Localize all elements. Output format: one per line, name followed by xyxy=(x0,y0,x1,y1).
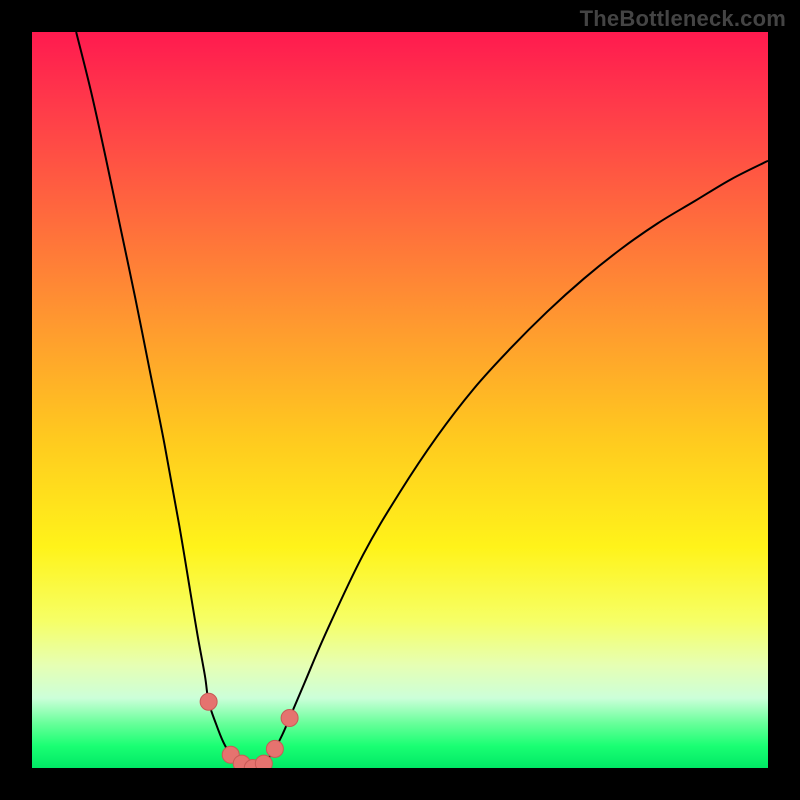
data-marker xyxy=(281,709,298,726)
curves-layer xyxy=(32,32,768,768)
data-marker xyxy=(200,693,217,710)
data-marker xyxy=(266,740,283,757)
data-marker xyxy=(255,755,272,768)
watermark-text: TheBottleneck.com xyxy=(580,6,786,32)
curve-right-branch xyxy=(253,161,768,768)
curve-left-branch xyxy=(76,32,253,768)
chart-frame: TheBottleneck.com xyxy=(0,0,800,800)
plot-area xyxy=(32,32,768,768)
